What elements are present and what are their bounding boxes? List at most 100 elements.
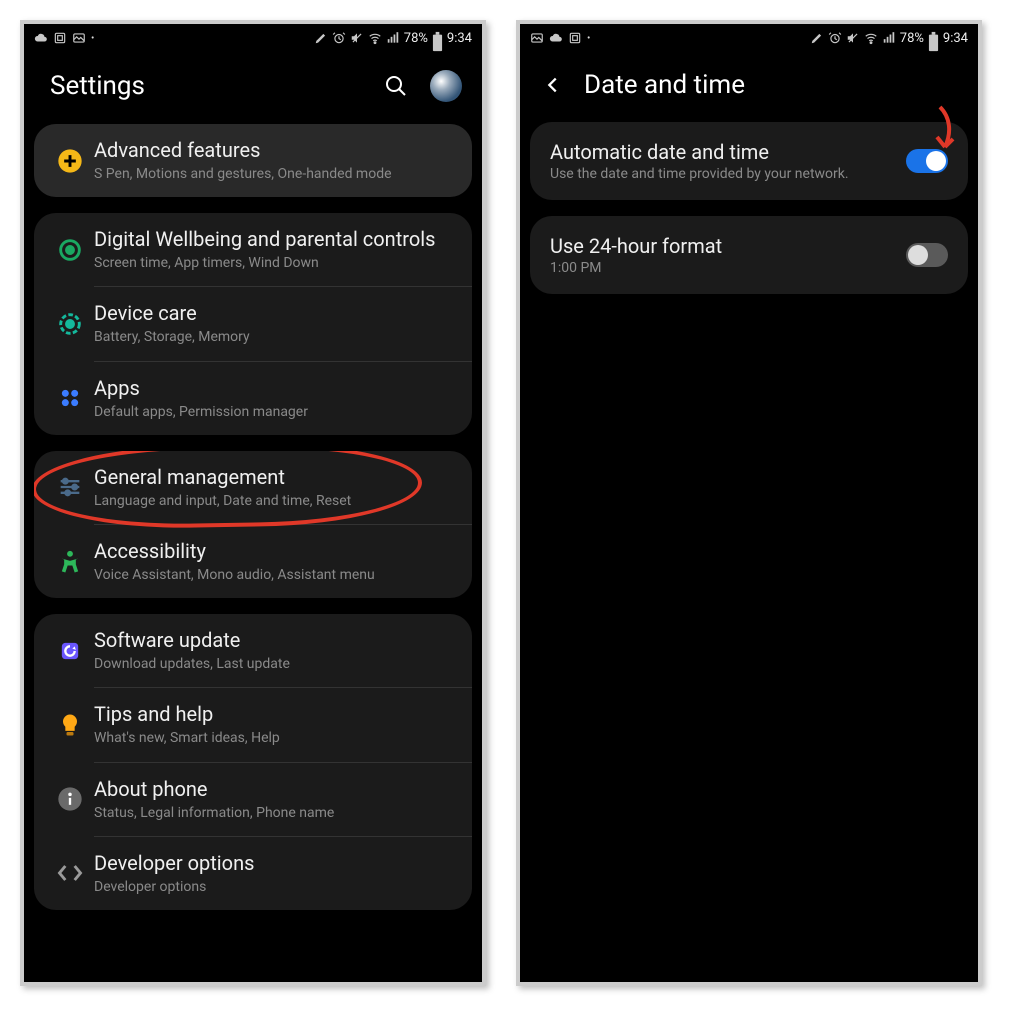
datetime-card: Use 24-hour format 1:00 PM <box>530 216 968 294</box>
about-icon <box>46 785 94 813</box>
item-subtitle: Battery, Storage, Memory <box>94 328 454 346</box>
item-text: Apps Default apps, Permission manager <box>94 376 454 421</box>
mute-icon <box>350 31 364 45</box>
settings-item-update[interactable]: Software update Download updates, Last u… <box>34 614 472 687</box>
advanced-icon <box>46 147 94 175</box>
item-title: Software update <box>94 628 454 653</box>
item-subtitle: Voice Assistant, Mono audio, Assistant m… <box>94 566 454 584</box>
item-text: About phone Status, Legal information, P… <box>94 777 454 822</box>
apps-icon <box>46 384 94 412</box>
alarm-icon <box>828 31 842 45</box>
item-text: General management Language and input, D… <box>94 465 454 510</box>
phone-datetime: • 78% 9:34 Date and time Automatic date … <box>516 20 982 986</box>
settings-card: Advanced features S Pen, Motions and ges… <box>34 124 472 197</box>
datetime-item[interactable]: Automatic date and time Use the date and… <box>530 122 968 200</box>
battery-icon <box>432 31 443 45</box>
item-title: Developer options <box>94 851 454 876</box>
item-title: Accessibility <box>94 539 454 564</box>
toggle-switch[interactable] <box>906 149 948 173</box>
item-subtitle: What's new, Smart ideas, Help <box>94 729 454 747</box>
item-subtitle: Default apps, Permission manager <box>94 403 454 421</box>
item-text: Developer options Developer options <box>94 851 454 896</box>
settings-item-devicecare[interactable]: Device care Battery, Storage, Memory <box>34 287 472 360</box>
settings-list[interactable]: Advanced features S Pen, Motions and ges… <box>24 124 482 910</box>
item-subtitle: 1:00 PM <box>550 260 906 276</box>
item-text: Accessibility Voice Assistant, Mono audi… <box>94 539 454 584</box>
toggle-switch[interactable] <box>906 243 948 267</box>
spen-icon <box>314 31 328 45</box>
item-subtitle: Screen time, App timers, Wind Down <box>94 254 454 272</box>
settings-item-advanced[interactable]: Advanced features S Pen, Motions and ges… <box>34 124 472 197</box>
settings-item-wellbeing[interactable]: Digital Wellbeing and parental controls … <box>34 213 472 286</box>
phone-settings: • 78% 9:34 Settings Advanced features S … <box>20 20 486 986</box>
item-text: Device care Battery, Storage, Memory <box>94 301 454 346</box>
settings-header: Settings <box>24 52 482 124</box>
status-time: 9:34 <box>943 31 968 46</box>
item-title: Tips and help <box>94 702 454 727</box>
more-dot: • <box>91 33 94 44</box>
item-text: Digital Wellbeing and parental controls … <box>94 227 454 272</box>
datetime-card: Automatic date and time Use the date and… <box>530 122 968 200</box>
settings-item-about[interactable]: About phone Status, Legal information, P… <box>34 763 472 836</box>
screenshot-icon <box>53 31 67 45</box>
image-icon <box>530 31 544 45</box>
item-title: About phone <box>94 777 454 802</box>
tips-icon <box>46 711 94 739</box>
image-icon <box>72 31 86 45</box>
item-title: Advanced features <box>94 138 454 163</box>
item-text: Tips and help What's new, Smart ideas, H… <box>94 702 454 747</box>
item-text: Software update Download updates, Last u… <box>94 628 454 673</box>
spen-icon <box>810 31 824 45</box>
status-left: • <box>34 31 94 45</box>
settings-item-tips[interactable]: Tips and help What's new, Smart ideas, H… <box>34 688 472 761</box>
item-subtitle: Use the date and time provided by your n… <box>550 166 906 182</box>
search-icon <box>384 74 408 98</box>
item-text: Use 24-hour format 1:00 PM <box>550 234 906 276</box>
wifi-icon <box>864 31 878 45</box>
chevron-left-icon <box>542 74 564 96</box>
item-title: Use 24-hour format <box>550 234 906 258</box>
avatar[interactable] <box>430 70 462 102</box>
battery-percent: 78% <box>404 31 428 46</box>
datetime-item[interactable]: Use 24-hour format 1:00 PM <box>530 216 968 294</box>
accessibility-icon <box>46 548 94 576</box>
dev-icon <box>46 859 94 887</box>
page-title: Date and time <box>584 70 958 100</box>
item-subtitle: Status, Legal information, Phone name <box>94 804 454 822</box>
item-text: Advanced features S Pen, Motions and ges… <box>94 138 454 183</box>
item-title: General management <box>94 465 454 490</box>
item-subtitle: Download updates, Last update <box>94 655 454 673</box>
signal-icon <box>882 31 896 45</box>
status-left: • <box>530 31 590 45</box>
status-time: 9:34 <box>447 31 472 46</box>
status-bar: • 78% 9:34 <box>24 24 482 52</box>
alarm-icon <box>332 31 346 45</box>
page-title: Settings <box>50 71 362 101</box>
devicecare-icon <box>46 310 94 338</box>
datetime-list[interactable]: Automatic date and time Use the date and… <box>520 122 978 294</box>
settings-card: Digital Wellbeing and parental controls … <box>34 213 472 435</box>
item-subtitle: Developer options <box>94 878 454 896</box>
mute-icon <box>846 31 860 45</box>
status-right: 78% 9:34 <box>314 31 472 46</box>
settings-card: Software update Download updates, Last u… <box>34 614 472 910</box>
item-title: Device care <box>94 301 454 326</box>
signal-icon <box>386 31 400 45</box>
search-button[interactable] <box>378 68 414 104</box>
battery-percent: 78% <box>900 31 924 46</box>
settings-item-general[interactable]: General management Language and input, D… <box>34 451 472 524</box>
item-title: Apps <box>94 376 454 401</box>
cloud-icon <box>34 31 48 45</box>
wifi-icon <box>368 31 382 45</box>
wellbeing-icon <box>46 236 94 264</box>
settings-item-apps[interactable]: Apps Default apps, Permission manager <box>34 362 472 435</box>
settings-item-dev[interactable]: Developer options Developer options <box>34 837 472 910</box>
screenshot-icon <box>568 31 582 45</box>
item-subtitle: Language and input, Date and time, Reset <box>94 492 454 510</box>
item-subtitle: S Pen, Motions and gestures, One-handed … <box>94 165 454 183</box>
settings-item-accessibility[interactable]: Accessibility Voice Assistant, Mono audi… <box>34 525 472 598</box>
battery-icon <box>928 31 939 45</box>
cloud-icon <box>549 31 563 45</box>
item-title: Digital Wellbeing and parental controls <box>94 227 454 252</box>
back-button[interactable] <box>538 70 568 100</box>
